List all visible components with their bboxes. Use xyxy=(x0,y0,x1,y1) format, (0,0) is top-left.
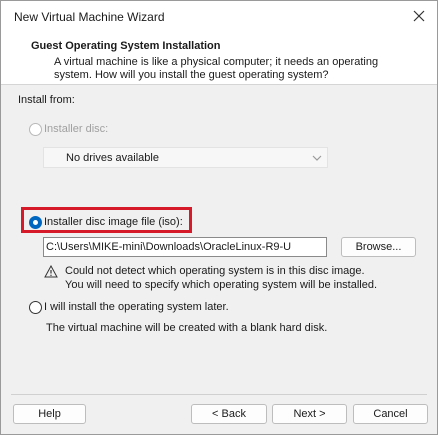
warning-text-line1: Could not detect which operating system … xyxy=(65,265,365,277)
footer-divider xyxy=(11,394,427,395)
back-button[interactable]: < Back xyxy=(191,404,267,424)
install-later-label: I will install the operating system late… xyxy=(44,301,229,313)
wizard-content: Install from: Installer disc: No drives … xyxy=(1,85,437,395)
install-later-radio[interactable] xyxy=(29,301,42,314)
warning-icon xyxy=(44,265,58,278)
page-title: Guest Operating System Installation xyxy=(31,40,221,52)
install-from-label: Install from: xyxy=(18,94,75,106)
iso-image-radio[interactable] xyxy=(29,216,42,229)
installer-disc-label: Installer disc: xyxy=(44,123,109,135)
iso-path-input-box[interactable] xyxy=(43,237,327,257)
install-later-note: The virtual machine will be created with… xyxy=(46,322,328,334)
next-button[interactable]: Next > xyxy=(272,404,347,424)
installer-disc-radio[interactable] xyxy=(29,123,42,136)
warning-text-line2: You will need to specify which operating… xyxy=(65,279,378,291)
wizard-header: Guest Operating System Installation A vi… xyxy=(1,32,437,85)
browse-button[interactable]: Browse... xyxy=(341,237,416,257)
wizard-window: New Virtual Machine Wizard Guest Operati… xyxy=(0,0,438,435)
disc-drive-dropdown[interactable]: No drives available xyxy=(43,147,328,168)
iso-image-label: Installer disc image file (iso): xyxy=(44,216,183,228)
page-description: A virtual machine is like a physical com… xyxy=(54,56,379,81)
title-bar: New Virtual Machine Wizard xyxy=(1,1,437,32)
iso-path-input[interactable] xyxy=(44,238,326,256)
chevron-down-icon xyxy=(312,155,322,161)
window-title: New Virtual Machine Wizard xyxy=(14,10,165,24)
disc-drive-value: No drives available xyxy=(66,152,159,164)
cancel-button[interactable]: Cancel xyxy=(353,404,428,424)
close-icon[interactable] xyxy=(409,6,429,26)
help-button[interactable]: Help xyxy=(13,404,86,424)
